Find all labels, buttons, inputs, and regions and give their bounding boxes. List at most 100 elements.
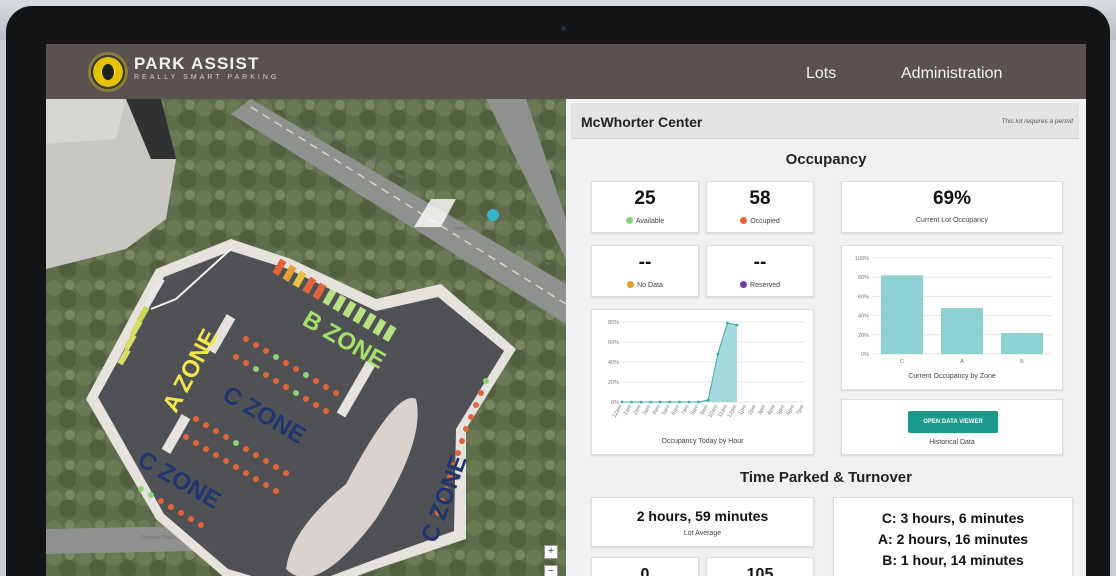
logo-eye-icon bbox=[102, 64, 114, 80]
zone-chart-caption: Current Occupancy by Zone bbox=[908, 373, 996, 380]
zone-y-tick: 100% bbox=[855, 256, 869, 262]
available-label-wrap: Available bbox=[592, 217, 698, 225]
hourly-occupancy-chart: 0%20%40%60%80%12am 1am 2am 3am 4am 5am 6am 7am 8… bbox=[608, 320, 806, 419]
bottom-stat-value-1: 0 bbox=[640, 566, 650, 576]
hourly-data-point bbox=[716, 352, 720, 356]
hourly-data-point bbox=[668, 400, 672, 404]
hourly-data-point bbox=[658, 400, 662, 404]
lot-average-value: 2 hours, 59 minutes bbox=[636, 508, 769, 524]
bottom-stat-value-2: 105 bbox=[746, 566, 774, 576]
zone-x-tick: C bbox=[900, 359, 904, 365]
place-label: Interlock Grill House bbox=[454, 226, 504, 232]
hourly-occupancy-card: 0% 20% 40% 60% 80% 12am 1am 2am 3am 4am 5am 6am 7am 8… bbox=[591, 309, 814, 455]
zone-x-tick: A bbox=[960, 359, 964, 365]
lot-average-card: 2 hours, 59 minutes Lot Average bbox=[591, 497, 814, 547]
reserved-count: -- bbox=[753, 252, 767, 273]
no-data-count: -- bbox=[638, 252, 652, 273]
occupancy-title: Occupancy bbox=[785, 151, 867, 168]
hourly-x-tick: 5am bbox=[661, 404, 672, 417]
available-dot-icon bbox=[625, 217, 633, 224]
building-roof-light bbox=[46, 99, 126, 144]
zone-bar-a bbox=[941, 307, 983, 354]
hourly-data-point bbox=[735, 323, 739, 327]
place-pin-icon[interactable] bbox=[487, 209, 499, 221]
zone-y-tick: 20% bbox=[858, 333, 869, 339]
no-data-label-wrap: No Data bbox=[592, 281, 698, 289]
current-occupancy-card: 69% Current Lot Occupancy bbox=[841, 181, 1063, 233]
hourly-data-point bbox=[725, 321, 729, 325]
hourly-y-tick: 20% bbox=[608, 380, 619, 386]
available-count: 25 bbox=[634, 188, 656, 209]
historical-caption: Historical Data bbox=[929, 439, 975, 446]
brand-name: PARK ASSIST bbox=[134, 54, 260, 73]
occupied-count: 58 bbox=[749, 188, 771, 209]
occupied-label-wrap: Occupied bbox=[707, 217, 813, 225]
nav-lots-link[interactable]: Lots bbox=[806, 65, 836, 83]
zone-times-card: C: 3 hours, 6 minutes A: 2 hours, 16 min… bbox=[833, 497, 1073, 576]
zone-occupancy-card: 0% 20% 40% 60% 80% 100% C A B Current Occupancy … bbox=[841, 245, 1063, 390]
hourly-x-tick: 2am bbox=[632, 404, 643, 417]
zone-time-b: B: 1 hour, 14 minutes bbox=[882, 552, 1024, 568]
current-occupancy-value: 69% bbox=[932, 188, 972, 209]
hourly-x-tick: 12pm bbox=[727, 404, 739, 419]
hourly-x-tick: 4pm bbox=[766, 404, 777, 417]
map-zoom-out-button[interactable]: − bbox=[544, 565, 558, 576]
hourly-y-tick: 60% bbox=[608, 340, 619, 346]
occupied-label: Occupied bbox=[750, 218, 780, 225]
lot-name: McWhorter Center bbox=[581, 114, 703, 130]
hourly-x-tick: 5pm bbox=[776, 404, 787, 417]
hourly-x-tick: 7pm bbox=[795, 404, 806, 417]
lot-detail-panel: McWhorter Center This lot requires a per… bbox=[566, 99, 1086, 576]
hourly-y-tick: 40% bbox=[608, 360, 619, 366]
reserved-label: Reserved bbox=[750, 282, 780, 289]
map-zoom-in-button[interactable]: + bbox=[544, 545, 558, 559]
open-data-viewer-button[interactable]: OPEN DATA VIEWER bbox=[908, 411, 998, 433]
zone-bar-c bbox=[881, 275, 923, 354]
historical-data-card: OPEN DATA VIEWER Historical Data bbox=[841, 399, 1063, 455]
stat-card-reserved: -- Reserved bbox=[706, 245, 814, 297]
zone-time-a: A: 2 hours, 16 minutes bbox=[877, 531, 1029, 547]
reserved-dot-icon bbox=[740, 281, 748, 288]
zone-bar-b bbox=[1001, 332, 1043, 354]
hourly-x-tick: 4am bbox=[652, 404, 663, 417]
zone-y-tick: 60% bbox=[858, 294, 869, 300]
nav-administration-link[interactable]: Administration bbox=[901, 65, 1002, 83]
app-screen: PARK ASSIST REALLY SMART PARKING Lots Ad… bbox=[46, 44, 1086, 576]
parking-lot-map[interactable]: W Stanford Ave W Stanford Ave W Stanford… bbox=[46, 99, 566, 576]
brand-tagline: REALLY SMART PARKING bbox=[134, 74, 280, 81]
bottom-stat-card-1: 0 bbox=[591, 557, 699, 576]
stat-card-available: 25 Available bbox=[591, 181, 699, 233]
hourly-x-tick: 8am bbox=[690, 404, 701, 417]
top-nav-bar: PARK ASSIST REALLY SMART PARKING Lots Ad… bbox=[46, 44, 1086, 99]
hourly-y-tick: 80% bbox=[608, 320, 619, 326]
hourly-x-tick: 6pm bbox=[786, 404, 797, 417]
hourly-x-tick: 6am bbox=[671, 404, 682, 417]
hourly-data-point bbox=[697, 400, 701, 404]
stat-card-no-data: -- No Data bbox=[591, 245, 699, 297]
hourly-data-point bbox=[620, 400, 624, 404]
hourly-chart-caption: Occupancy Today by Hour bbox=[661, 438, 744, 445]
webcam bbox=[561, 26, 566, 31]
no-data-label: No Data bbox=[637, 282, 663, 289]
current-occupancy-label: Current Lot Occupancy bbox=[916, 217, 988, 224]
hourly-x-tick: 2pm bbox=[747, 404, 758, 417]
zone-y-tick: 80% bbox=[858, 275, 869, 281]
no-data-dot-icon bbox=[627, 281, 635, 288]
zone-x-tick: B bbox=[1020, 359, 1024, 365]
stat-card-occupied: 58 Occupied bbox=[706, 181, 814, 233]
hourly-x-tick: 3pm bbox=[757, 404, 768, 417]
zone-time-c: C: 3 hours, 6 minutes bbox=[881, 510, 1025, 526]
hourly-data-point bbox=[678, 400, 681, 404]
permit-note: This lot requires a permit bbox=[1001, 118, 1073, 125]
park-assist-logo-icon[interactable] bbox=[88, 52, 128, 92]
street-label-4: Reeves Plaza bbox=[141, 535, 176, 541]
lot-header: McWhorter Center This lot requires a per… bbox=[571, 103, 1079, 139]
hourly-x-tick: 1am bbox=[623, 404, 634, 417]
zone-occupancy-chart: 0% 20% 40% 60% 80% 100% C A B bbox=[855, 256, 1052, 365]
hourly-data-point bbox=[706, 398, 710, 402]
lot-average-label: Lot Average bbox=[683, 530, 722, 537]
hourly-x-tick: 1pm bbox=[738, 404, 749, 417]
hourly-x-tick: 7am bbox=[680, 404, 691, 417]
aerial-map-svg: W Stanford Ave W Stanford Ave W Stanford… bbox=[46, 99, 566, 576]
time-parked-title: Time Parked & Turnover bbox=[739, 469, 912, 486]
